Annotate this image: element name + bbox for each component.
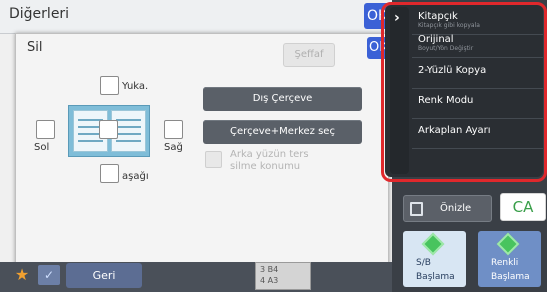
erase-bottom-label: aşağı — [122, 171, 149, 182]
edge-center-erase-button[interactable]: Çerçeve+Merkez seç — [203, 120, 362, 144]
text-line — [78, 140, 103, 142]
clear-all-button[interactable]: CA — [500, 193, 546, 221]
dialog-title: Sil — [27, 40, 43, 55]
preview-button[interactable]: Önizle — [403, 195, 492, 222]
text-line — [116, 119, 141, 121]
erase-dialog: Sil OK Şeffaf Yuka. Sol Sağ aşağı Dış Çe… — [15, 33, 389, 266]
start-diamond-icon — [496, 232, 520, 256]
panel-header: Diğerleri OK — [0, 0, 392, 34]
color-start-line-1: Renkli — [491, 258, 519, 268]
erase-top-label: Yuka. — [122, 81, 149, 92]
highlight-frame — [381, 2, 547, 182]
color-start-label: Renkli Başlama — [491, 256, 530, 284]
text-line — [116, 140, 141, 142]
panel-title: Diğerleri — [9, 6, 70, 22]
bw-start-label: S/B Başlama — [416, 256, 455, 284]
confirm-check-icon[interactable]: ✓ — [38, 265, 60, 285]
erase-right-checkbox[interactable] — [164, 120, 183, 139]
erase-top-checkbox[interactable] — [100, 76, 119, 95]
color-start-line-2: Başlama — [491, 272, 530, 282]
erase-right-label: Sağ — [164, 142, 183, 153]
erase-left-label: Sol — [34, 142, 50, 153]
transparent-button[interactable]: Şeffaf — [283, 43, 335, 67]
start-diamond-icon — [421, 232, 445, 256]
preview-icon — [410, 202, 423, 216]
tray-row: 3 B4 — [260, 265, 279, 274]
reverse-back-side-label: Arka yüzün ters silme konumu — [230, 149, 309, 173]
back-button[interactable]: Geri — [66, 263, 142, 288]
edge-erase-button[interactable]: Dış Çerçeve — [203, 87, 362, 111]
bw-start-button[interactable]: S/B Başlama — [403, 231, 466, 287]
preview-label: Önizle — [440, 203, 472, 214]
bw-start-line-1: S/B — [416, 258, 431, 268]
erase-bottom-checkbox[interactable] — [100, 164, 119, 183]
text-line — [116, 126, 141, 128]
bw-start-line-2: Başlama — [416, 272, 455, 282]
text-line — [116, 133, 141, 135]
paper-tray-indicator: 3 B4 4 A3 — [255, 262, 311, 290]
reverse-label-line-1: Arka yüzün ters — [230, 149, 309, 160]
color-start-button[interactable]: Renkli Başlama — [478, 231, 541, 287]
reverse-label-line-2: silme konumu — [230, 161, 301, 172]
erase-center-checkbox[interactable] — [99, 120, 118, 139]
erase-left-checkbox[interactable] — [36, 120, 55, 139]
tray-row: 4 A3 — [260, 276, 279, 285]
reverse-back-side-checkbox[interactable] — [205, 151, 222, 168]
favorite-star-icon[interactable]: ★ — [12, 265, 32, 285]
